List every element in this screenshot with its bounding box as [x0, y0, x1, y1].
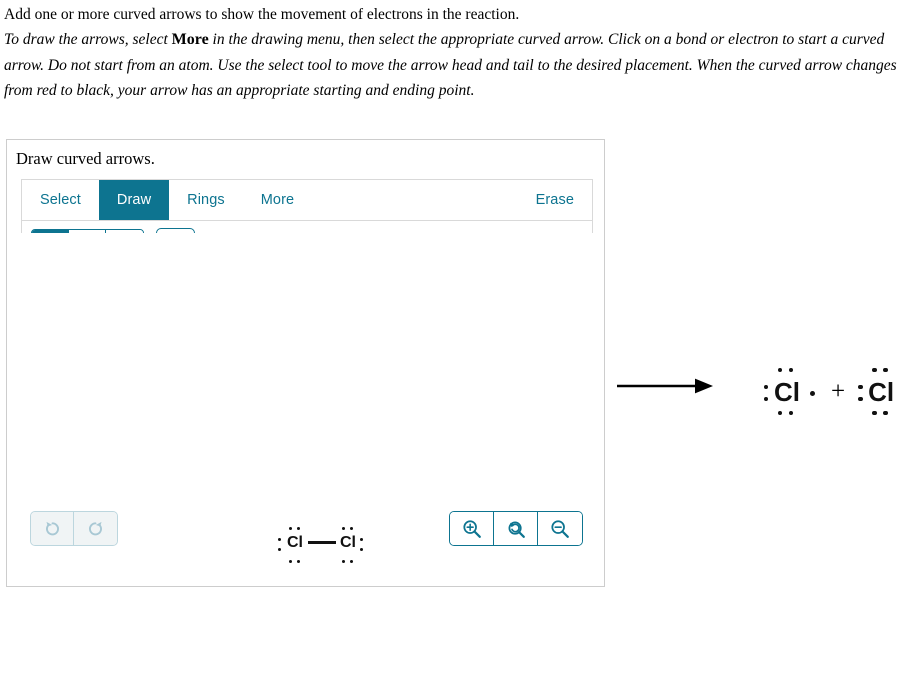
- product-radical-2: Cl: [854, 360, 903, 422]
- reaction-arrow-icon: [617, 378, 713, 394]
- plus-sign: +: [831, 377, 846, 405]
- lone-pair-dot: [778, 411, 783, 416]
- lone-pair-dot: [350, 527, 354, 531]
- reaction-arrow: [617, 374, 717, 403]
- lone-pair-dot: [789, 411, 794, 416]
- lone-pair-dot: [872, 368, 877, 373]
- instructions-block: Add one or more curved arrows to show th…: [4, 0, 903, 104]
- lone-pair-dot: [764, 385, 769, 390]
- zoom-control-group: [449, 511, 583, 546]
- howto-text: To draw the arrows, select More in the d…: [4, 27, 903, 104]
- zoom-in-button[interactable]: [450, 512, 494, 545]
- prompt-text: Add one or more curved arrows to show th…: [4, 6, 520, 23]
- tab-select[interactable]: Select: [22, 180, 99, 220]
- lone-pair-dot: [883, 368, 888, 373]
- lone-pair-dot: [289, 527, 293, 531]
- lone-pair-dot: [350, 560, 354, 564]
- zoom-reset-button[interactable]: [494, 512, 538, 545]
- atom-label-cl-right: Cl: [340, 534, 356, 551]
- howto-text-before: To draw the arrows, select: [4, 31, 172, 48]
- undo-button[interactable]: [31, 512, 74, 545]
- editor-title: Draw curved arrows.: [16, 149, 155, 168]
- lone-pair-dot: [872, 411, 877, 416]
- lone-pair-dot: [883, 411, 888, 416]
- molecule-editor-panel: Draw curved arrows. Select Draw Rings Mo…: [6, 139, 605, 587]
- tab-bar-spacer: [312, 180, 517, 220]
- lone-pair-dot: [360, 548, 364, 552]
- product-radical-1: Cl: [760, 360, 822, 422]
- reactant-lewis-structure: Cl Cl: [261, 521, 371, 577]
- tab-more[interactable]: More: [243, 180, 312, 220]
- zoom-out-icon: [551, 519, 569, 538]
- single-bond-line: [308, 541, 336, 545]
- lone-pair-dot: [858, 397, 863, 402]
- lone-pair-dot: [342, 527, 346, 531]
- undo-icon: [45, 521, 59, 536]
- lone-pair-dot: [289, 560, 293, 564]
- lone-pair-dot: [297, 527, 301, 531]
- radical-dot: [810, 391, 815, 396]
- lone-pair-dot: [764, 397, 769, 402]
- zoom-out-button[interactable]: [538, 512, 582, 545]
- atom-label-cl-product-1: Cl: [774, 377, 800, 407]
- lone-pair-dot: [297, 560, 301, 564]
- zoom-reset-icon: [508, 521, 525, 538]
- zoom-in-icon: [462, 519, 481, 538]
- tab-draw[interactable]: Draw: [98, 180, 170, 220]
- tab-rings[interactable]: Rings: [169, 180, 243, 220]
- tab-erase[interactable]: Erase: [518, 180, 592, 220]
- redo-icon: [89, 521, 102, 536]
- undo-redo-group: [30, 511, 118, 546]
- lone-pair-dot: [278, 538, 282, 542]
- redo-button[interactable]: [74, 512, 117, 545]
- lone-pair-dot: [858, 385, 863, 390]
- lone-pair-dot: [789, 368, 794, 373]
- howto-more-keyword: More: [171, 31, 209, 48]
- lone-pair-dot: [778, 368, 783, 373]
- atom-label-cl-product-2: Cl: [868, 377, 895, 407]
- reaction-display: Cl + Cl: [612, 344, 903, 438]
- lone-pair-dot: [278, 548, 282, 552]
- atom-label-cl-left: Cl: [287, 534, 303, 551]
- lone-pair-dot: [360, 538, 364, 542]
- lone-pair-dot: [342, 560, 346, 564]
- products-group: Cl + Cl: [760, 344, 903, 438]
- toolbar-tab-bar: Select Draw Rings More Erase: [22, 180, 592, 221]
